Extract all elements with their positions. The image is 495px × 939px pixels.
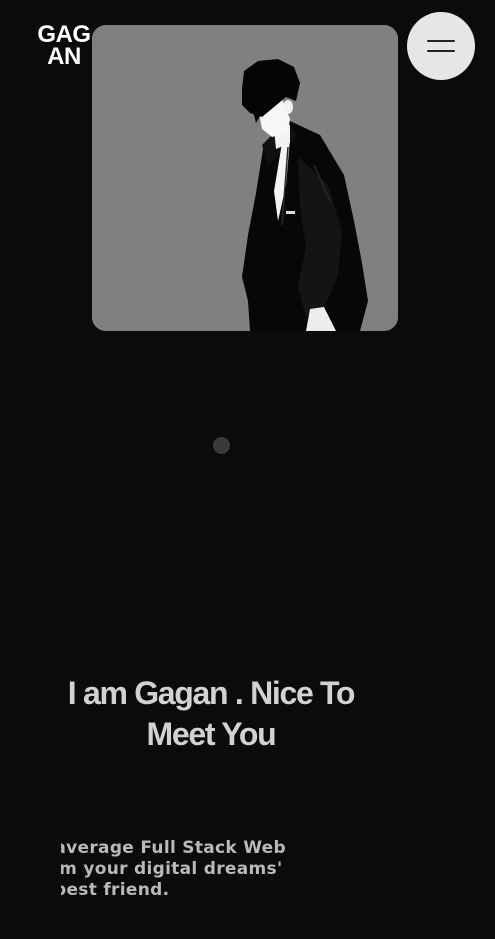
portrait-illustration	[92, 25, 398, 331]
intro-line-3: best friend.	[54, 880, 170, 900]
logo-line-2: AN	[47, 43, 81, 70]
headline-line-2: Meet You	[146, 716, 277, 752]
portrait-figure-icon	[92, 25, 398, 331]
headline-line-1: I am Gagan . Nice To	[67, 675, 356, 711]
intro-text: an average Full Stack Web I'm your digit…	[24, 838, 300, 904]
intro-line-2: I'm your digital dreams'	[47, 859, 283, 879]
intro-line-1: an average Full Stack Web	[24, 838, 286, 858]
hero-headline: I am Gagan . Nice To Meet You	[40, 673, 382, 755]
menu-line-bottom	[427, 50, 455, 52]
site-logo[interactable]: GAG AN	[31, 23, 97, 70]
menu-button[interactable]	[407, 12, 475, 80]
scroll-dot	[213, 437, 230, 454]
menu-line-top	[427, 40, 455, 42]
